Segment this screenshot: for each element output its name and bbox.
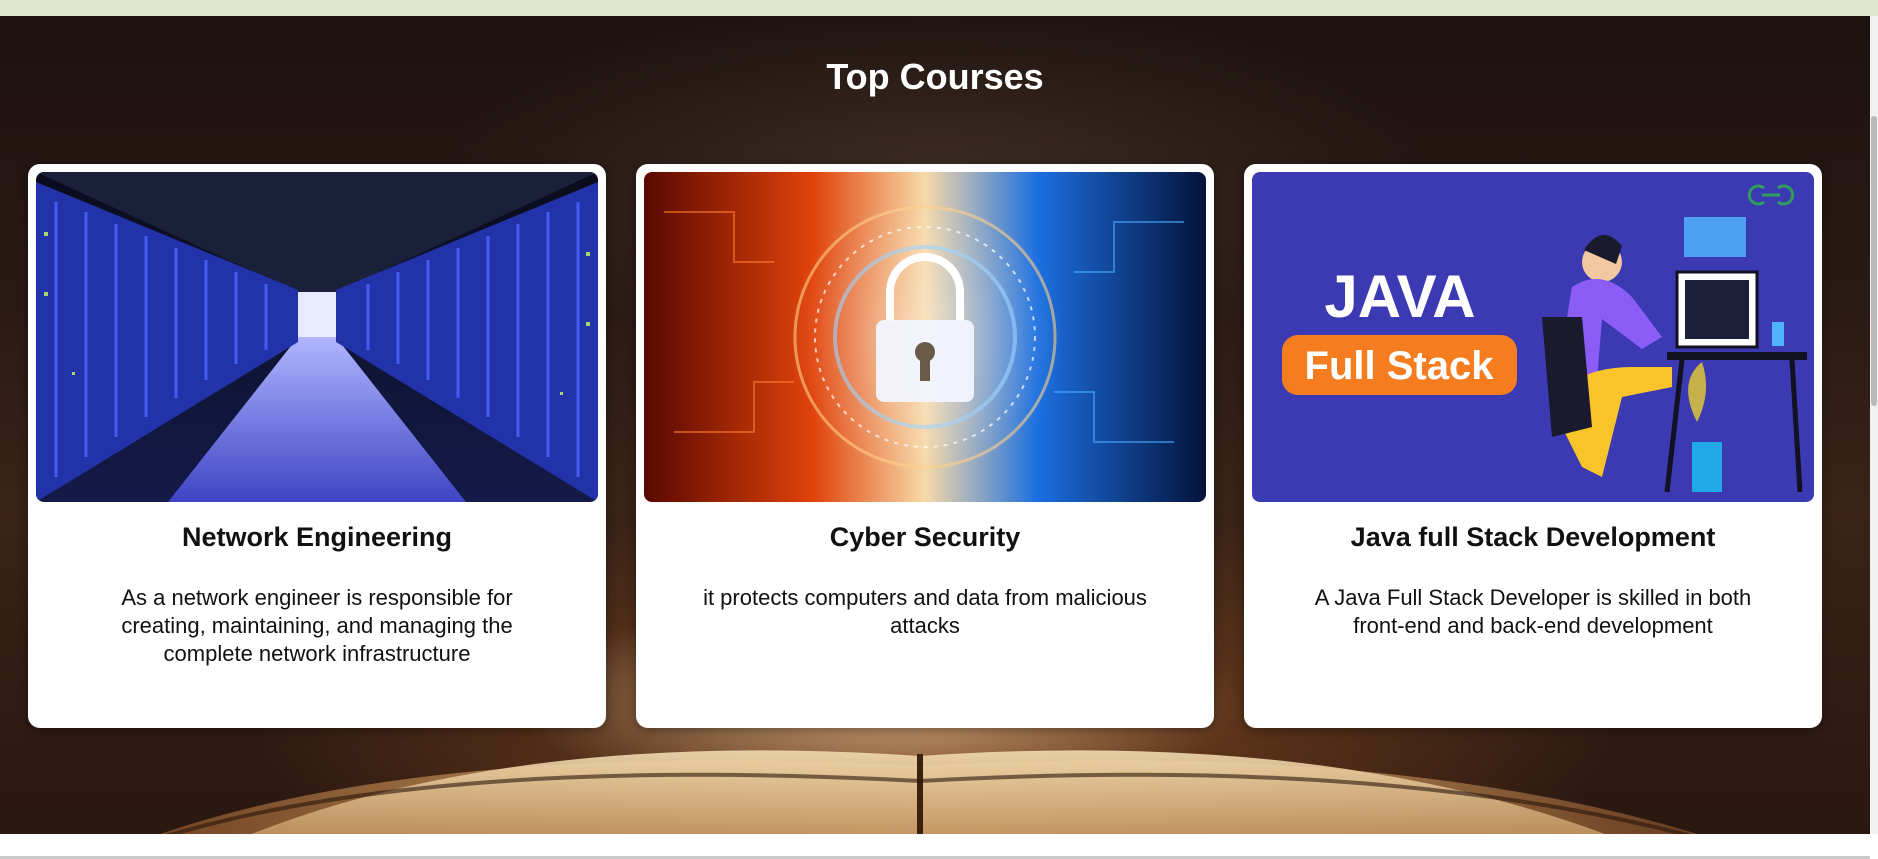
section-title: Top Courses bbox=[826, 56, 1044, 97]
course-card-java-full-stack[interactable]: JAVA Full Stack Java full Stack Developm… bbox=[1244, 164, 1822, 728]
course-card-cyber-security[interactable]: Cyber Security it protects computers and… bbox=[636, 164, 1214, 728]
scrollbar-thumb[interactable] bbox=[1871, 116, 1877, 406]
java-image-text: JAVA bbox=[1324, 263, 1475, 330]
course-description: As a network engineer is responsible for… bbox=[121, 585, 513, 666]
top-strip bbox=[0, 0, 1878, 16]
vertical-scrollbar[interactable] bbox=[1870, 16, 1878, 834]
full-stack-image-text: Full Stack bbox=[1305, 344, 1495, 388]
course-image-padlock bbox=[644, 172, 1206, 502]
course-description: A Java Full Stack Developer is skilled i… bbox=[1314, 585, 1752, 638]
course-card-network-engineering[interactable]: Network Engineering As a network enginee… bbox=[28, 164, 606, 728]
course-image-data-center bbox=[36, 172, 598, 502]
course-image-java-developer: JAVA Full Stack bbox=[1252, 172, 1814, 502]
course-description: it protects computers and data from mali… bbox=[703, 585, 1147, 638]
course-title: Network Engineering bbox=[181, 522, 453, 552]
course-title: Java full Stack Development bbox=[1350, 522, 1716, 552]
top-courses-section: Top Courses Network Engineering As a net… bbox=[0, 16, 1870, 834]
course-title: Cyber Security bbox=[829, 522, 1021, 552]
